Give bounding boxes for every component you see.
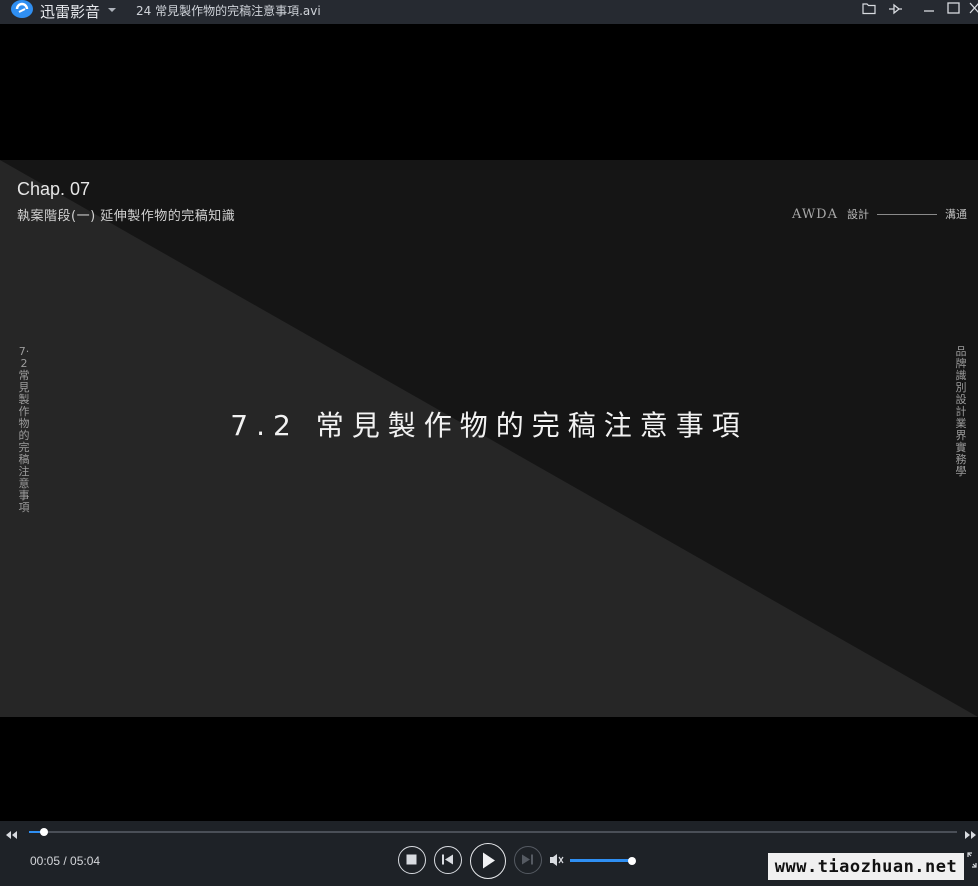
- pin-icon[interactable]: [886, 0, 904, 18]
- close-icon[interactable]: [966, 0, 978, 18]
- app-name[interactable]: 迅雷影音: [40, 1, 100, 22]
- progress-track[interactable]: [29, 831, 957, 833]
- chapter-number: Chap. 07: [17, 179, 91, 199]
- brand-word-communication: 溝通: [945, 208, 967, 221]
- minimize-icon[interactable]: [920, 0, 938, 18]
- brand-logo: AWDA: [791, 206, 838, 222]
- left-vertical-caption: 7·2常見製作物的完稿注意事項: [18, 345, 30, 514]
- progress-thumb[interactable]: [39, 828, 48, 836]
- next-button[interactable]: [514, 846, 542, 874]
- file-title: 24 常見製作物的完稿注意事項.avi: [136, 4, 321, 18]
- right-vertical-caption: 品牌識別設計業界實務學: [955, 345, 967, 478]
- stop-icon: [406, 854, 417, 865]
- brand-mark: AWDA 設計 溝通: [792, 206, 967, 222]
- video-frame-slide: Chap. 07 執案階段(一) 延伸製作物的完稿知識 AWDA 設計 溝通 7…: [0, 160, 978, 717]
- next-icon: [522, 854, 533, 865]
- slide-main-title: 7.2 常見製作物的完稿注意事項: [230, 409, 748, 442]
- play-button[interactable]: [470, 843, 506, 879]
- previous-icon: [442, 854, 453, 865]
- seek-back-icon[interactable]: [4, 826, 18, 845]
- folder-icon[interactable]: [860, 0, 878, 18]
- chapter-subtitle: 執案階段(一) 延伸製作物的完稿知識: [17, 209, 236, 224]
- maximize-icon[interactable]: [944, 0, 962, 18]
- volume-fill: [570, 859, 632, 862]
- title-bar: 迅雷影音 24 常見製作物的完稿注意事項.avi: [0, 0, 978, 24]
- brand-divider: [877, 213, 937, 215]
- stop-button[interactable]: [398, 846, 426, 874]
- volume-icon[interactable]: [548, 852, 566, 872]
- play-icon: [483, 852, 495, 869]
- menu-caret-icon[interactable]: [106, 2, 118, 16]
- brand-word-design: 設計: [847, 208, 869, 221]
- fullscreen-icon[interactable]: [966, 851, 978, 873]
- time-display: 00:05 / 05:04: [30, 854, 101, 868]
- volume-thumb[interactable]: [628, 857, 636, 865]
- playback-controls: 00:05 / 05:04 www.tiaozhuan.net: [0, 821, 978, 886]
- app-logo-icon[interactable]: [10, 0, 34, 20]
- video-area[interactable]: Chap. 07 執案階段(一) 延伸製作物的完稿知識 AWDA 設計 溝通 7…: [0, 24, 978, 821]
- previous-button[interactable]: [434, 846, 462, 874]
- seek-forward-icon[interactable]: [964, 826, 978, 845]
- watermark: www.tiaozhuan.net: [768, 853, 964, 880]
